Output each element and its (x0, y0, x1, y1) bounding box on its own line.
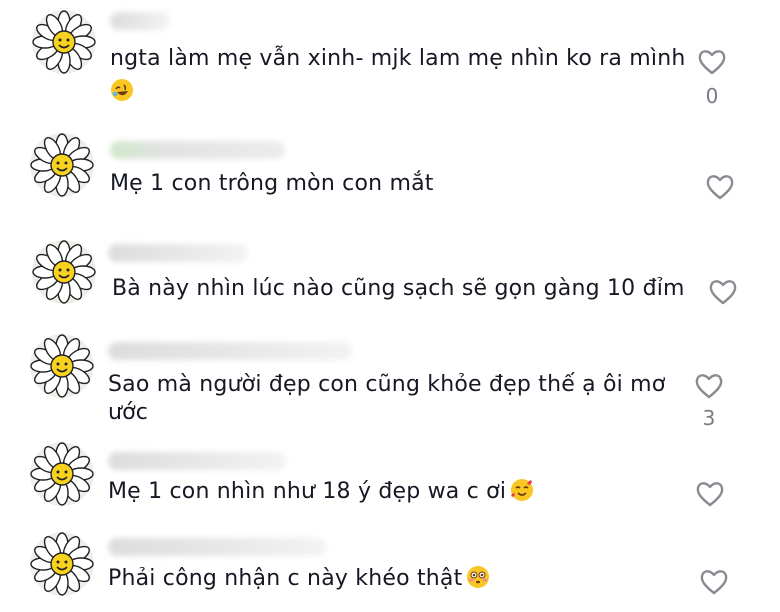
username-blurred[interactable] (108, 538, 326, 556)
like-button[interactable] (699, 568, 729, 596)
daisy-avatar-icon (30, 442, 94, 506)
heart-outline-icon (695, 374, 723, 399)
rolling-laughing-emoji (110, 78, 134, 106)
comment-text: Mẹ 1 con nhìn như 18 ý đẹp wa c ơi (108, 477, 534, 511)
heart-outline-icon (700, 570, 728, 595)
comment-item: Mẹ 1 con trông mòn con mắt (0, 125, 780, 225)
avatar[interactable] (32, 240, 96, 304)
like-button[interactable] (695, 480, 725, 508)
daisy-avatar-icon (30, 334, 94, 398)
comment-item: Sao mà người đẹp con cũng khỏe đẹp thế ạ… (0, 332, 780, 442)
username-blurred[interactable] (110, 12, 170, 30)
flushed-face-emoji (466, 565, 490, 598)
like-button[interactable] (697, 48, 727, 76)
avatar[interactable] (30, 442, 94, 506)
heart-outline-icon (698, 50, 726, 75)
comment-item: Mẹ 1 con nhìn như 18 ý đẹp wa c ơi (0, 440, 780, 530)
comment-item: Phải công nhận c này khéo thật (0, 528, 780, 612)
username-blurred[interactable] (110, 141, 285, 159)
comment-text: Phải công nhận c này khéo thật (108, 564, 490, 598)
daisy-avatar-icon (32, 240, 96, 304)
daisy-avatar-icon (32, 10, 96, 74)
like-button[interactable] (705, 173, 735, 201)
comment-item: Bà này nhìn lúc nào cũng sạch sẽ gọn gàn… (0, 232, 780, 332)
heart-outline-icon (709, 280, 737, 305)
like-button[interactable] (694, 372, 724, 400)
avatar[interactable] (30, 133, 94, 197)
avatar[interactable] (30, 532, 94, 596)
comment-text: Sao mà người đẹp con cũng khỏe đẹp thế ạ… (108, 372, 666, 397)
avatar[interactable] (30, 334, 94, 398)
like-button[interactable] (708, 278, 738, 306)
heart-outline-icon (706, 175, 734, 200)
username-blurred[interactable] (108, 342, 353, 360)
comment-text: Bà này nhìn lúc nào cũng sạch sẽ gọn gàn… (112, 276, 685, 301)
smiling-hearts-emoji (510, 478, 534, 511)
like-count: 3 (702, 406, 716, 430)
heart-outline-icon (696, 482, 724, 507)
comment-text-line-2: ước (108, 400, 149, 425)
daisy-avatar-icon (30, 133, 94, 197)
daisy-avatar-icon (30, 532, 94, 596)
like-count: 0 (705, 84, 719, 108)
comment-item: ngta làm mẹ vẫn xinh- mjk lam mẹ nhìn ko… (0, 0, 780, 120)
comment-text: ngta làm mẹ vẫn xinh- mjk lam mẹ nhìn ko… (110, 46, 686, 71)
username-blurred[interactable] (108, 452, 286, 470)
comment-text: Mẹ 1 con trông mòn con mắt (110, 171, 434, 196)
username-blurred[interactable] (108, 244, 248, 262)
avatar[interactable] (32, 10, 96, 74)
